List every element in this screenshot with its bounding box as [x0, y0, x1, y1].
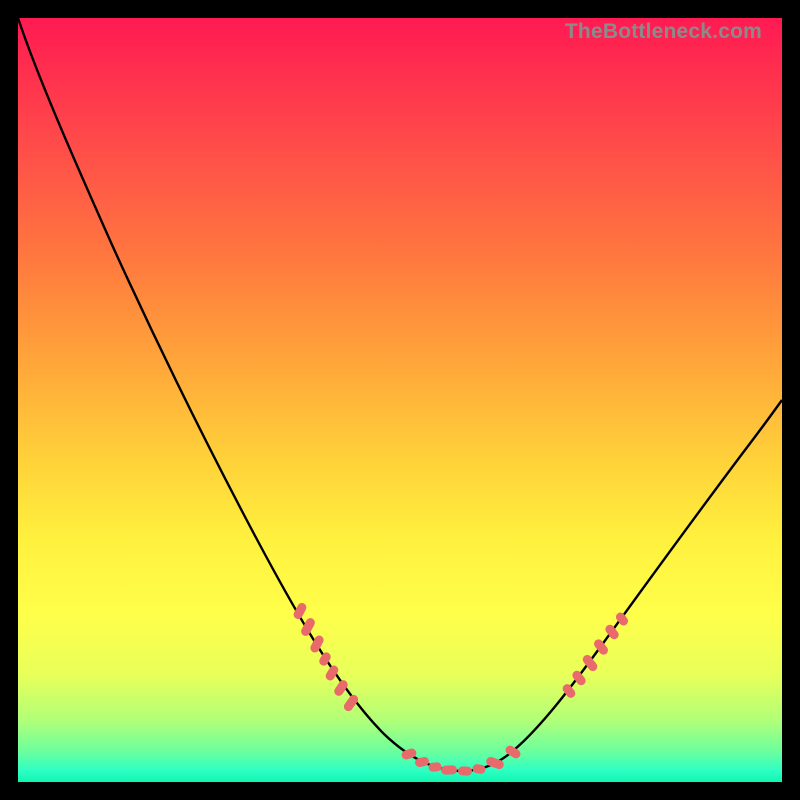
curve-marker — [458, 766, 472, 775]
bottleneck-curve — [18, 18, 782, 771]
chart-frame: TheBottleneck.com — [0, 0, 800, 800]
curve-marker — [441, 765, 457, 775]
plot-area: TheBottleneck.com — [18, 18, 782, 782]
curve-layer — [18, 18, 782, 782]
